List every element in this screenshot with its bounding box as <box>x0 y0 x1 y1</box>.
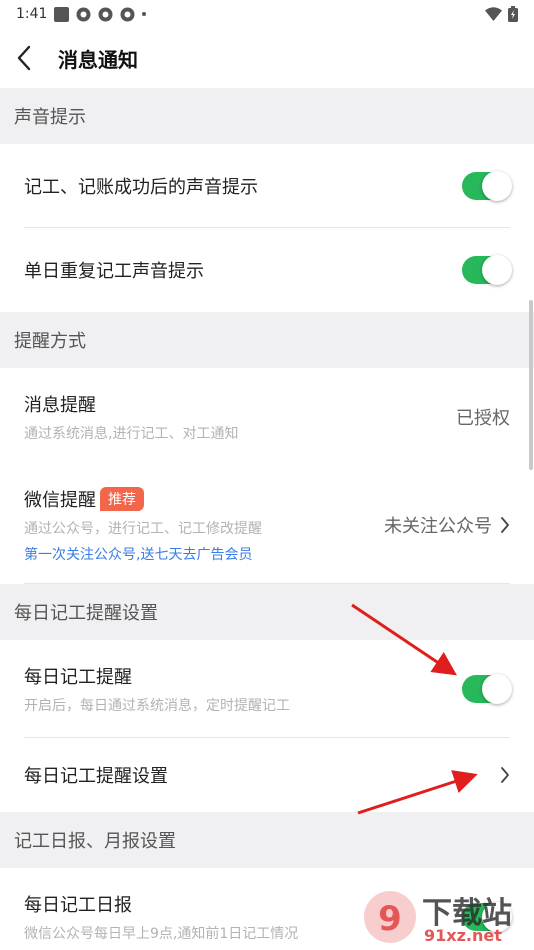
section-header-report: 记工日报、月报设置 <box>0 812 534 868</box>
toggle-knob <box>482 255 512 285</box>
section-header-remind: 提醒方式 <box>0 312 534 368</box>
wechat-remind-row[interactable]: 微信提醒 推荐 通过公众号，进行记工、记工修改提醒 第一次关注公众号,送七天去广告… <box>0 466 534 584</box>
message-remind-desc: 通过系统消息,进行记工、对工通知 <box>24 426 239 442</box>
app-bar: 消息通知 <box>0 28 534 88</box>
back-button[interactable] <box>16 38 44 78</box>
message-remind-label: 消息提醒 <box>24 395 96 416</box>
status-bar: 1:41 <box>0 0 534 28</box>
notification-icon <box>76 7 91 21</box>
app-notification-icon <box>54 6 70 22</box>
sound-repeat-row[interactable]: 单日重复记工声音提示 <box>0 228 534 312</box>
daily-remind-settings-row[interactable]: 每日记工提醒设置 <box>0 738 534 812</box>
section-header-sound: 声音提示 <box>0 88 534 144</box>
recommend-badge: 推荐 <box>100 487 144 511</box>
wechat-remind-label: 微信提醒 <box>24 490 96 511</box>
daily-report-label: 每日记工日报 <box>24 895 132 916</box>
daily-remind-label: 每日记工提醒 <box>24 667 132 688</box>
svg-text:9: 9 <box>378 899 402 939</box>
chevron-right-icon <box>501 767 509 783</box>
daily-remind-desc: 开启后，每日通过系统消息，定时提醒记工 <box>24 698 290 714</box>
message-remind-row[interactable]: 消息提醒 通过系统消息,进行记工、对工通知 已授权 <box>0 368 534 466</box>
daily-remind-settings-label: 每日记工提醒设置 <box>24 766 168 787</box>
daily-report-desc: 微信公众号每日早上9点,通知前1日记工情况 <box>24 926 299 942</box>
status-time: 1:41 <box>16 6 48 22</box>
section-header-daily: 每日记工提醒设置 <box>0 584 534 640</box>
divider <box>24 583 510 584</box>
notification-icon <box>120 7 135 21</box>
sound-repeat-label: 单日重复记工声音提示 <box>24 261 204 282</box>
watermark-site: 91xz.net <box>424 926 502 945</box>
wechat-remind-desc: 通过公众号，进行记工、记工修改提醒 <box>24 521 262 537</box>
sound-repeat-toggle[interactable] <box>462 255 512 285</box>
sound-success-label: 记工、记账成功后的声音提示 <box>24 177 258 198</box>
page-title: 消息通知 <box>58 47 138 72</box>
back-arrow-icon <box>17 45 31 71</box>
toggle-knob <box>482 171 512 201</box>
wechat-follow-status[interactable]: 未关注公众号 <box>384 512 510 538</box>
battery-icon <box>508 6 518 22</box>
wifi-icon <box>485 7 502 21</box>
watermark: 9 下载站 91xz.net <box>360 886 530 948</box>
scrollbar-thumb[interactable] <box>529 300 533 470</box>
sound-success-toggle[interactable] <box>462 171 512 201</box>
wechat-promo-link[interactable]: 第一次关注公众号,送七天去广告会员 <box>24 544 262 564</box>
more-notifications-icon <box>142 12 147 16</box>
daily-remind-toggle[interactable] <box>462 674 512 704</box>
wechat-remind-title: 微信提醒 推荐 <box>24 486 262 512</box>
sound-success-row[interactable]: 记工、记账成功后的声音提示 <box>0 144 534 228</box>
toggle-knob <box>482 674 512 704</box>
watermark-logo-icon: 9 <box>364 891 416 943</box>
message-remind-status: 已授权 <box>456 408 510 429</box>
wechat-follow-label: 未关注公众号 <box>384 516 492 537</box>
notification-icon <box>98 7 113 21</box>
chevron-right-icon <box>501 517 509 533</box>
daily-remind-row[interactable]: 每日记工提醒 开启后，每日通过系统消息，定时提醒记工 <box>0 640 534 738</box>
